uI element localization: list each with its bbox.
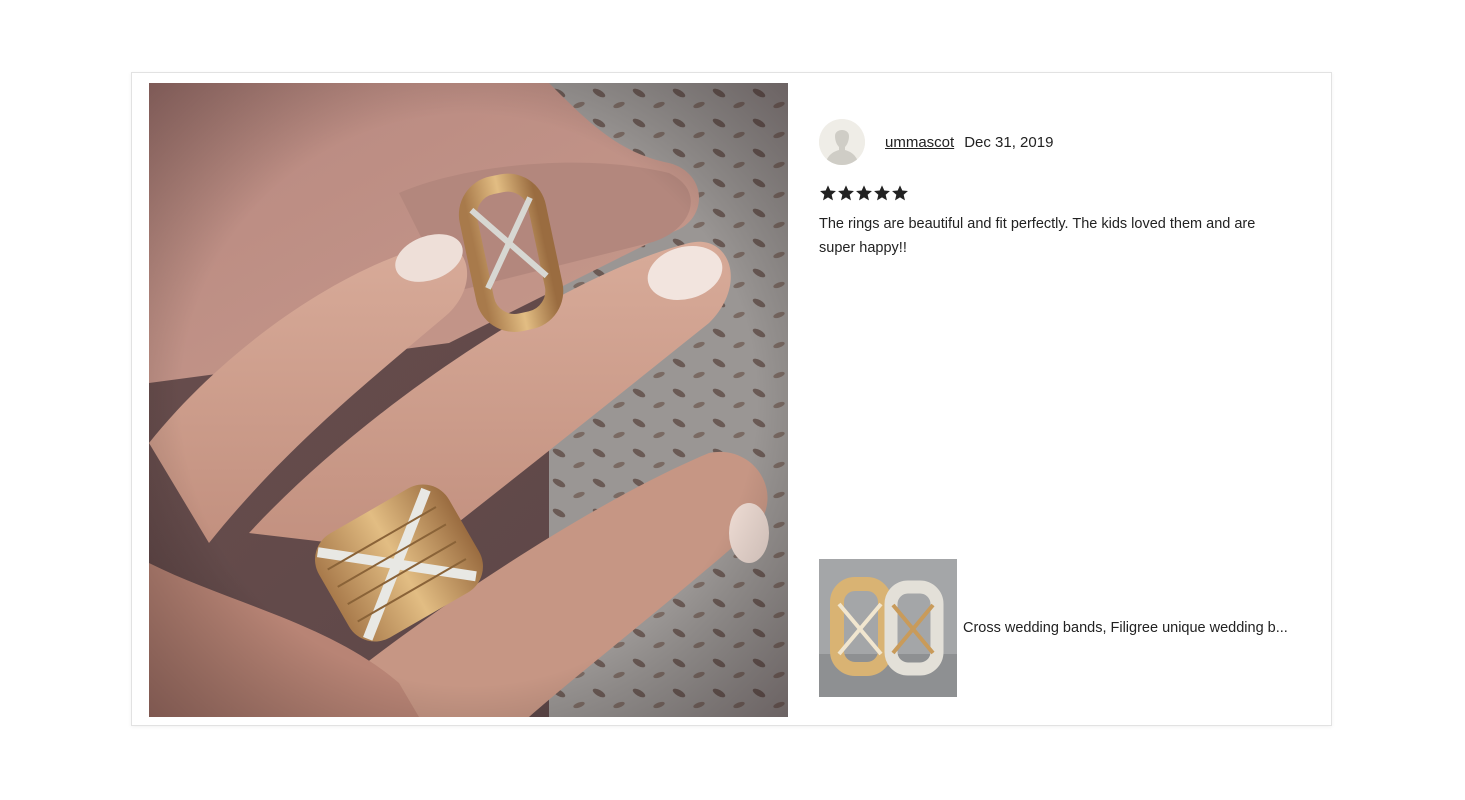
review-details: ummascot Dec 31, 2019 The rings are beau… <box>819 73 1309 725</box>
review-text: The rings are beautiful and fit perfectl… <box>819 216 1256 256</box>
default-avatar-icon[interactable] <box>819 119 865 165</box>
product-thumbnail[interactable] <box>819 559 957 697</box>
star-icon <box>856 185 872 201</box>
review-date: Dec 31, 2019 <box>964 133 1054 151</box>
star-icon <box>892 185 908 201</box>
star-icon <box>820 185 836 201</box>
star-icon <box>838 185 854 201</box>
product-title[interactable]: Cross wedding bands, Filigree unique wed… <box>963 620 1303 636</box>
star-rating <box>819 184 909 202</box>
review-photo[interactable] <box>149 83 788 717</box>
review-card: ummascot Dec 31, 2019 The rings are beau… <box>131 72 1332 726</box>
star-icon <box>874 185 890 201</box>
reviewer-name-link[interactable]: ummascot <box>885 134 954 151</box>
review-photo-image <box>149 83 788 717</box>
reviewer-info: ummascot Dec 31, 2019 <box>819 118 1053 166</box>
product-link[interactable]: Cross wedding bands, Filigree unique wed… <box>819 559 1309 697</box>
